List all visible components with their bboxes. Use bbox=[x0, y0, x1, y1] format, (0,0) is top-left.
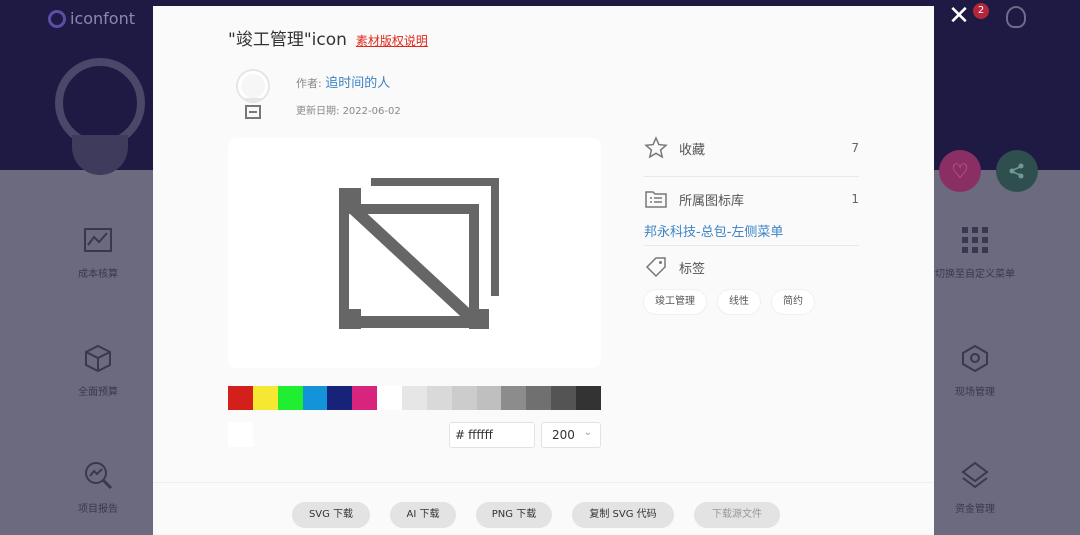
icon-preview bbox=[228, 138, 601, 368]
color-swatch[interactable] bbox=[228, 386, 253, 410]
tag-chip[interactable]: 线性 bbox=[718, 290, 760, 314]
selected-color-preview bbox=[228, 422, 253, 447]
color-swatch[interactable] bbox=[327, 386, 353, 410]
chevron-down-icon: ⌄ bbox=[583, 427, 592, 438]
tag-list: 竣工管理 线性 简约 bbox=[644, 290, 814, 314]
svg-download-button[interactable]: SVG 下载 bbox=[292, 502, 370, 528]
network-icon bbox=[962, 344, 988, 373]
tag-chip[interactable]: 简约 bbox=[772, 290, 814, 314]
color-swatch[interactable] bbox=[277, 386, 303, 410]
tags-row: 标签 bbox=[644, 252, 859, 282]
iconfont-logo[interactable]: iconfont bbox=[48, 9, 135, 28]
info-divider bbox=[644, 245, 859, 246]
color-swatch[interactable] bbox=[252, 386, 278, 410]
modal-title-row: "竣工管理"icon 素材版权说明 bbox=[228, 25, 428, 50]
tag-icon bbox=[645, 257, 666, 278]
copy-svg-code-button[interactable]: 复制 SVG 代码 bbox=[572, 502, 674, 528]
completion-management-icon bbox=[339, 178, 499, 329]
color-swatch[interactable] bbox=[501, 386, 527, 410]
color-swatch[interactable] bbox=[526, 386, 552, 410]
author-name-link[interactable]: 追时间的人 bbox=[325, 76, 390, 91]
icon-title: "竣工管理"icon bbox=[228, 30, 347, 50]
favorite-row[interactable]: 收藏 7 bbox=[644, 133, 859, 163]
menu-item-custom-switch[interactable]: 切换至自定义菜单 bbox=[930, 225, 1020, 280]
update-date: 更新日期: 2022-06-02 bbox=[296, 106, 401, 117]
magnifier-chart-icon bbox=[85, 462, 113, 490]
grid-icon bbox=[962, 227, 988, 253]
color-swatch[interactable] bbox=[302, 386, 328, 410]
menu-item-funds[interactable]: 资金管理 bbox=[930, 460, 1020, 515]
notification-badge: 2 bbox=[973, 3, 989, 19]
png-download-button[interactable]: PNG 下载 bbox=[476, 502, 552, 528]
iconfont-logo-icon bbox=[48, 9, 66, 28]
library-name-link[interactable]: 邦永科技-总包-左侧菜单 bbox=[644, 221, 783, 240]
chart-line-icon bbox=[84, 228, 112, 252]
color-swatch[interactable] bbox=[402, 386, 427, 410]
info-divider bbox=[644, 176, 859, 177]
share-icon bbox=[1009, 163, 1024, 179]
modal-footer: SVG 下载 AI 下载 PNG 下载 复制 SVG 代码 下载源文件 bbox=[153, 482, 934, 535]
favorite-heart-button[interactable]: ♡ bbox=[939, 150, 981, 192]
tag-chip[interactable]: 竣工管理 bbox=[644, 290, 706, 314]
lightbulb-icon[interactable] bbox=[1006, 6, 1026, 28]
ai-download-button[interactable]: AI 下载 bbox=[390, 502, 456, 528]
color-swatch[interactable] bbox=[426, 386, 452, 410]
color-swatch[interactable] bbox=[576, 386, 601, 410]
menu-item-cost[interactable]: 成本核算 bbox=[53, 225, 143, 280]
share-button[interactable] bbox=[996, 150, 1038, 192]
author-line: 作者: 追时间的人 bbox=[296, 76, 391, 91]
copyright-link[interactable]: 素材版权说明 bbox=[356, 32, 428, 49]
cube-icon bbox=[85, 344, 111, 373]
download-source-button: 下载源文件 bbox=[694, 502, 780, 528]
color-swatches bbox=[228, 386, 601, 410]
author-avatar[interactable] bbox=[235, 68, 271, 120]
download-buttons: SVG 下载 AI 下载 PNG 下载 复制 SVG 代码 下载源文件 bbox=[292, 502, 780, 528]
color-hex-input[interactable]: # ffffff bbox=[449, 422, 535, 448]
color-swatch[interactable] bbox=[451, 386, 477, 410]
star-icon bbox=[644, 136, 668, 159]
library-row: 所属图标库 1 bbox=[644, 184, 859, 214]
color-swatch[interactable] bbox=[352, 386, 378, 410]
layers-icon bbox=[961, 461, 989, 489]
menu-item-report[interactable]: 项目报告 bbox=[53, 460, 143, 515]
color-swatch[interactable] bbox=[476, 386, 502, 410]
size-select[interactable]: 200 ⌄ bbox=[541, 422, 601, 448]
icon-detail-modal: "竣工管理"icon 素材版权说明 作者: 追时间的人 更新日期: 2022-0… bbox=[153, 6, 934, 535]
color-swatch[interactable] bbox=[377, 386, 403, 410]
folder-list-icon bbox=[645, 191, 667, 208]
menu-item-site[interactable]: 现场管理 bbox=[930, 343, 1020, 398]
close-icon[interactable]: ✕ bbox=[946, 3, 972, 29]
menu-item-budget[interactable]: 全面预算 bbox=[53, 343, 143, 398]
color-swatch[interactable] bbox=[551, 386, 577, 410]
